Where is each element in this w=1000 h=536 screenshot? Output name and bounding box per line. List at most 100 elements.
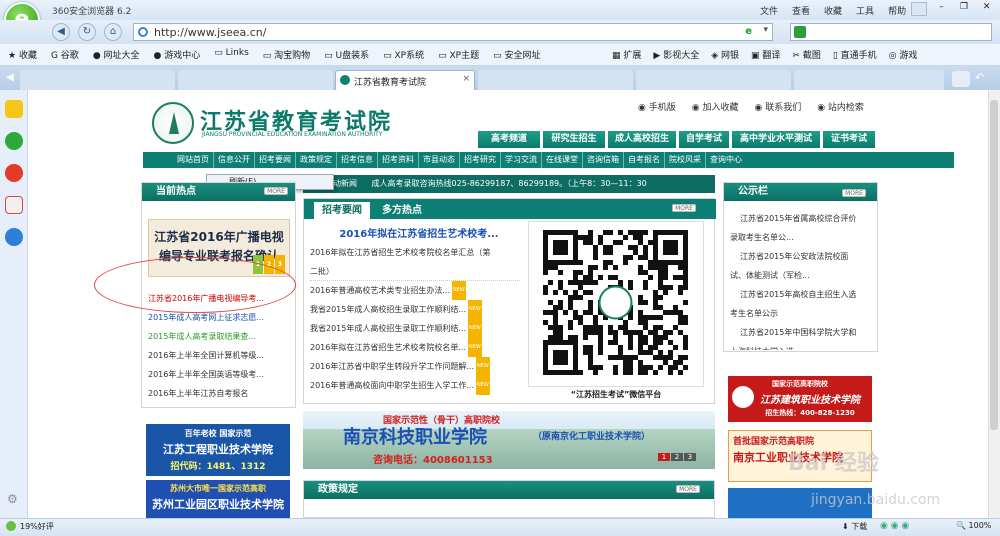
hot-item-3[interactable]: 2016年上半年全国计算机等级... bbox=[148, 350, 290, 369]
nav-city[interactable]: 市县动态 bbox=[419, 152, 460, 168]
search-engine-icon[interactable] bbox=[794, 26, 806, 38]
settings-gear-icon[interactable]: ⚙ bbox=[7, 492, 18, 506]
download-button[interactable]: ⬇ 下载 bbox=[842, 521, 867, 532]
tool-translate[interactable]: ▣ 翻译 bbox=[751, 48, 780, 61]
nav-policy[interactable]: 政策规定 bbox=[296, 152, 337, 168]
tool-bank[interactable]: ◈ 网银 bbox=[711, 48, 739, 61]
tool-screenshot[interactable]: ✂ 截图 bbox=[792, 48, 820, 61]
status-rating[interactable]: 19%好评 bbox=[20, 521, 54, 532]
channel-adult[interactable]: 成人高校招生 bbox=[608, 131, 676, 148]
tab-blurred-5[interactable] bbox=[794, 70, 944, 90]
refresh-icon[interactable]: ↻ bbox=[78, 23, 96, 41]
contact-link[interactable]: ◉ 联系我们 bbox=[754, 100, 801, 113]
notice-item-3b[interactable]: 上海科技大学入选 bbox=[730, 342, 872, 350]
minimize-icon[interactable]: – bbox=[930, 2, 953, 16]
notice-item-3a[interactable]: 江苏省2015年中国科学院大学和 bbox=[730, 323, 872, 342]
notice-item-0a[interactable]: 江苏省2015年省属高校综合评价 bbox=[730, 209, 872, 228]
menu-favorites[interactable]: 收藏 bbox=[824, 4, 842, 17]
fav-usb[interactable]: ▭ U盘装系 bbox=[324, 48, 369, 61]
ad-jiangsu-architecture[interactable]: 国家示范高职院校 江苏建筑职业技术学院 招生热线：400-828-1230 bbox=[728, 376, 872, 422]
url-text[interactable]: http://www.jseea.cn/ bbox=[154, 26, 266, 39]
nav-info[interactable]: 信息公开 bbox=[214, 152, 255, 168]
hot-item-5[interactable]: 2016年上半年江苏自考报名 bbox=[148, 388, 290, 407]
news-item-5[interactable]: 2016年拟在江苏省招生艺术校考院校名单... NEW bbox=[310, 338, 520, 357]
tab-blurred-2[interactable] bbox=[178, 70, 333, 90]
ticker-text[interactable]: 成人高考录取咨询热线025-86299187、86299189。（上午8：30—… bbox=[372, 179, 647, 188]
ad-nanjing-tech[interactable]: 国家示范性（骨干）高职院校 南京科技职业学院 （原南京化工职业技术学院） 咨询电… bbox=[303, 411, 715, 469]
fav-favorites[interactable]: ★ 收藏 bbox=[8, 48, 37, 61]
tool-extension[interactable]: ▦ 扩展 bbox=[612, 48, 641, 61]
news-item-4[interactable]: 我省2015年成人高校招生录取工作顺利结... NEW bbox=[310, 319, 520, 338]
news-ticker[interactable]: 动新闻 成人高考录取咨询热线025-86299187、86299189。（上午8… bbox=[303, 175, 715, 193]
nav-self-register[interactable]: 自考报名 bbox=[624, 152, 665, 168]
ie-mode-icon[interactable]: e bbox=[745, 26, 752, 37]
site-search-link[interactable]: ◉ 站内检索 bbox=[817, 100, 864, 113]
nav-query[interactable]: 查询中心 bbox=[706, 152, 746, 168]
ad-page-2[interactable]: 2 bbox=[671, 453, 683, 461]
nav-mailbox[interactable]: 咨询信箱 bbox=[583, 152, 624, 168]
tab-close-icon[interactable]: × bbox=[462, 74, 470, 84]
nav-online-class[interactable]: 在线课堂 bbox=[542, 152, 583, 168]
tool-phone[interactable]: ▯ 直通手机 bbox=[833, 48, 877, 61]
fav-links[interactable]: ▭ Links bbox=[214, 48, 249, 61]
menu-file[interactable]: 文件 bbox=[760, 4, 778, 17]
news-more-link[interactable]: MORE bbox=[672, 204, 696, 212]
notice-item-1a[interactable]: 江苏省2015年公安政法院校面 bbox=[730, 247, 872, 266]
ad-page-3[interactable]: 3 bbox=[684, 453, 696, 461]
channel-gaokao[interactable]: 高考频道 bbox=[478, 131, 540, 148]
tab-blurred-3[interactable] bbox=[478, 70, 633, 90]
hot-item-4[interactable]: 2016年上半年全国英语等级考... bbox=[148, 369, 290, 388]
tab-news[interactable]: 招考要闻 bbox=[314, 202, 370, 219]
zoom-level[interactable]: 🔍 100% bbox=[956, 521, 991, 530]
skin-button[interactable] bbox=[911, 2, 927, 16]
menu-tools[interactable]: 工具 bbox=[856, 4, 874, 17]
ad-jiangsu-engineering[interactable]: 百年老校 国家示范 江苏工程职业技术学院 招代码：1481、1312 bbox=[146, 424, 290, 476]
nav-materials[interactable]: 招考资料 bbox=[378, 152, 419, 168]
clock-icon[interactable] bbox=[5, 132, 23, 150]
mail-icon[interactable] bbox=[5, 196, 23, 214]
news-item-6[interactable]: 2016年江苏省中职学生转段升学工作问题解... NEW bbox=[310, 357, 520, 376]
dropdown-chevron-icon[interactable]: ▾ bbox=[763, 25, 768, 35]
policy-more-link[interactable]: MORE bbox=[676, 485, 700, 493]
hot-item-2[interactable]: 2015年成人高考录取结果查... bbox=[148, 331, 290, 350]
menu-help[interactable]: 帮助 bbox=[888, 4, 906, 17]
news-item-0[interactable]: 2016年拟在江苏省招生艺术校考院校名单汇总（第 bbox=[310, 243, 520, 262]
notice-more-link[interactable]: MORE bbox=[842, 189, 866, 197]
fav-xp-theme[interactable]: ▭ XP主题 bbox=[438, 48, 479, 61]
fav-safe[interactable]: ▭ 安全网址 bbox=[493, 48, 540, 61]
bookmark-link[interactable]: ◉ 加入收藏 bbox=[692, 100, 739, 113]
fav-taobao[interactable]: ▭ 淘宝购物 bbox=[263, 48, 310, 61]
weibo-icon[interactable] bbox=[5, 164, 23, 182]
nav-research[interactable]: 招考研究 bbox=[460, 152, 501, 168]
news-item-3[interactable]: 我省2015年成人高校招生录取工作顺利结... NEW bbox=[310, 300, 520, 319]
notice-item-2a[interactable]: 江苏省2015年高校自主招生入选 bbox=[730, 285, 872, 304]
tool-games[interactable]: ◎ 游戏 bbox=[889, 48, 918, 61]
fav-games[interactable]: ● 游戏中心 bbox=[154, 48, 201, 61]
nav-exam-info[interactable]: 招考信息 bbox=[337, 152, 378, 168]
channel-certificate[interactable]: 证书考试 bbox=[823, 131, 875, 148]
home-icon[interactable]: ⌂ bbox=[104, 23, 122, 41]
notice-item-0b[interactable]: 录取考生名单公... bbox=[730, 228, 872, 247]
notice-item-1b[interactable]: 试、体能测试（军检... bbox=[730, 266, 872, 285]
scrollbar-thumb[interactable] bbox=[990, 100, 998, 430]
fav-xp[interactable]: ▭ XP系统 bbox=[383, 48, 424, 61]
tab-hotspots[interactable]: 多方热点 bbox=[374, 202, 430, 219]
menu-view[interactable]: 查看 bbox=[792, 4, 810, 17]
notice-item-2b[interactable]: 考生名单公示 bbox=[730, 304, 872, 323]
hot-more-link[interactable]: MORE bbox=[264, 187, 288, 195]
fav-google[interactable]: G 谷歌 bbox=[51, 48, 79, 61]
undo-close-icon[interactable]: ↶ bbox=[975, 71, 984, 84]
restore-icon[interactable]: ❐ bbox=[953, 2, 976, 16]
new-tab-button[interactable] bbox=[952, 71, 970, 87]
address-bar[interactable]: http://www.jseea.cn/ e ▾ bbox=[133, 23, 773, 41]
channel-academic-test[interactable]: 高中学业水平测试 bbox=[732, 131, 820, 148]
tab-blurred-1[interactable] bbox=[20, 70, 175, 90]
tab-active[interactable]: 江苏省教育考试院 × bbox=[335, 70, 475, 90]
back-arrow-icon[interactable]: ◀ bbox=[52, 23, 70, 41]
ad-suzhou-park[interactable]: 苏州大市唯一国家示范高职 苏州工业园区职业技术学院 bbox=[146, 480, 290, 518]
channel-graduate[interactable]: 研究生招生 bbox=[543, 131, 605, 148]
tab-blurred-4[interactable] bbox=[636, 70, 791, 90]
search-box[interactable] bbox=[790, 23, 992, 41]
ad-page-1[interactable]: 1 bbox=[658, 453, 670, 461]
tab-scroll-left-icon[interactable]: ◀ bbox=[6, 72, 14, 83]
